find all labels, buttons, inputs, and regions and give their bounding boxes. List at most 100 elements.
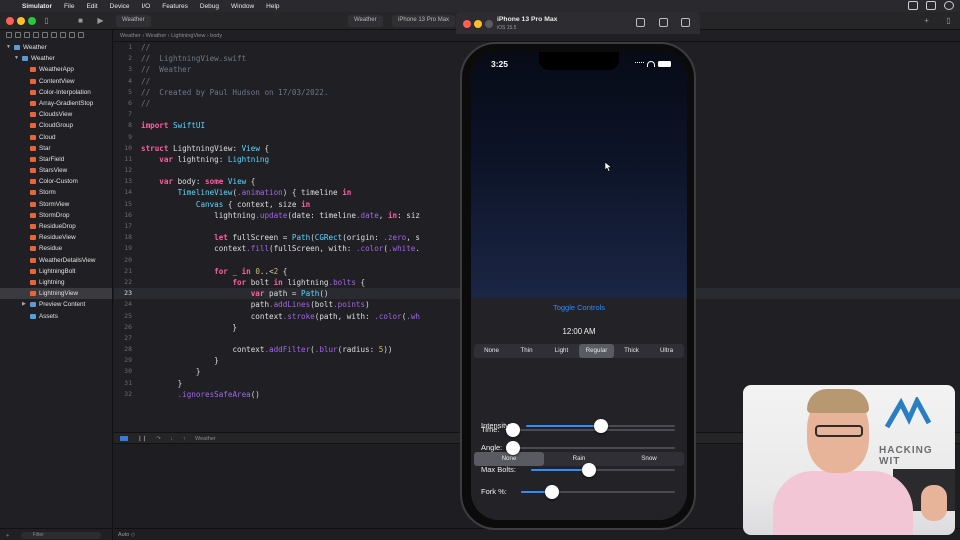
menu-device[interactable]: Device [110, 3, 130, 10]
filter-input[interactable]: Filter [20, 532, 101, 539]
nav-item-label: LightningBolt [39, 267, 76, 275]
nav-item[interactable]: StormView [0, 199, 112, 210]
code-text: import SwiftUI [141, 121, 206, 131]
display-icon[interactable] [926, 1, 936, 10]
menu-file[interactable]: File [64, 3, 74, 10]
menu-debug[interactable]: Debug [200, 3, 219, 10]
screenshot-icon[interactable] [659, 18, 668, 27]
thickness-option-ultra[interactable]: Ultra [649, 344, 684, 358]
nav-item[interactable]: ResidueDrop [0, 221, 112, 232]
toggle-controls-button[interactable]: Toggle Controls [471, 303, 687, 312]
symbol-nav-icon[interactable] [24, 32, 30, 38]
nav-item[interactable]: Color-Interpolation [0, 87, 112, 98]
menu-app-name[interactable]: Simulator [22, 3, 52, 10]
sim-close-button[interactable] [463, 20, 471, 28]
close-window-button[interactable] [6, 17, 14, 25]
menu-help[interactable]: Help [266, 3, 279, 10]
nav-item[interactable]: StormDrop [0, 210, 112, 221]
navigator-tabs [0, 30, 112, 42]
debug-nav-icon[interactable] [60, 32, 66, 38]
nav-item[interactable]: WeatherApp [0, 64, 112, 75]
line-number: 11 [124, 154, 132, 163]
thickness-option-thin[interactable]: Thin [509, 344, 544, 358]
lightning-canvas[interactable]: 3:25 [471, 52, 687, 298]
nav-item[interactable]: ▼ Weather [0, 53, 112, 64]
run-button-icon[interactable]: ▶ [96, 16, 105, 25]
step-over-icon[interactable]: ↷ [156, 436, 161, 442]
nav-item[interactable]: Color-Custom [0, 176, 112, 187]
nav-item[interactable]: Star [0, 143, 112, 154]
tab-weather[interactable]: Weather [116, 15, 151, 27]
find-nav-icon[interactable] [33, 32, 39, 38]
nav-item-label: Storm [39, 189, 56, 197]
test-nav-icon[interactable] [51, 32, 57, 38]
simulator-titlebar: iPhone 13 Pro Max iOS 15.5 [456, 12, 700, 34]
nav-item[interactable]: Lightning [0, 277, 112, 288]
console-mode-selector[interactable]: Auto ◇ [118, 532, 135, 538]
breakpoints-toggle-icon[interactable] [120, 436, 128, 442]
sidebar-toggle-icon[interactable]: ▯ [42, 16, 51, 25]
intensity-slider[interactable]: Intensity: [481, 419, 677, 433]
pause-icon[interactable]: ❙❙ [138, 436, 147, 442]
source-control-icon[interactable] [15, 32, 21, 38]
step-in-icon[interactable]: ↓ [170, 436, 173, 442]
menu-io[interactable]: I/O [142, 3, 151, 10]
stop-button-icon[interactable]: ■ [76, 16, 85, 25]
zoom-window-button[interactable] [28, 17, 36, 25]
sim-zoom-button[interactable] [485, 20, 493, 28]
report-nav-icon[interactable] [78, 32, 84, 38]
angle-slider[interactable]: Angle: [481, 441, 677, 455]
nav-item[interactable]: ▼ Weather [0, 42, 112, 53]
fork-thumb[interactable] [545, 485, 559, 499]
nav-item[interactable]: Residue [0, 243, 112, 254]
step-out-icon[interactable]: ↑ [183, 436, 186, 442]
thickness-option-none[interactable]: None [474, 344, 509, 358]
max_bolts-thumb[interactable] [582, 463, 596, 477]
add-file-icon[interactable]: + [6, 533, 9, 539]
nav-item[interactable]: Storm [0, 187, 112, 198]
menu-features[interactable]: Features [162, 3, 188, 10]
nav-item[interactable]: WeatherDetailsView [0, 255, 112, 266]
disclosure-icon[interactable]: ▼ [14, 53, 19, 64]
nav-item[interactable]: Assets [0, 311, 112, 322]
control-center-icon[interactable] [944, 1, 954, 10]
nav-item[interactable]: ▶ Preview Content [0, 299, 112, 310]
nav-item[interactable]: LightningBolt [0, 266, 112, 277]
folder-nav-icon[interactable] [6, 32, 12, 38]
thickness-option-light[interactable]: Light [544, 344, 579, 358]
scheme-selector[interactable]: Weather [348, 15, 383, 27]
inspector-toggle-icon[interactable]: ▯ [944, 16, 953, 25]
home-icon[interactable] [636, 18, 645, 27]
disclosure-icon[interactable]: ▶ [22, 299, 26, 310]
angle-thumb[interactable] [506, 441, 520, 455]
fork-slider[interactable]: Fork %: [481, 485, 677, 499]
nav-item[interactable]: Cloud [0, 132, 112, 143]
angle-track[interactable] [513, 447, 675, 449]
nav-item[interactable]: StarField [0, 154, 112, 165]
nav-item[interactable]: CloudsView [0, 109, 112, 120]
hacking-with-swift-logo [884, 397, 932, 429]
rotate-icon[interactable] [681, 18, 690, 27]
nav-item[interactable]: LightningView [0, 288, 112, 300]
breakpoint-nav-icon[interactable] [69, 32, 75, 38]
nav-item[interactable]: ResidueView [0, 232, 112, 243]
intensity-thumb[interactable] [594, 419, 608, 433]
issue-nav-icon[interactable] [42, 32, 48, 38]
menu-edit[interactable]: Edit [86, 3, 97, 10]
screen-record-icon[interactable] [908, 1, 918, 10]
thickness-option-regular[interactable]: Regular [579, 344, 614, 358]
line-number: 28 [124, 345, 132, 354]
sim-minimize-button[interactable] [474, 20, 482, 28]
disclosure-icon[interactable]: ▼ [6, 42, 11, 53]
menu-window[interactable]: Window [231, 3, 254, 10]
nav-item[interactable]: StarsView [0, 165, 112, 176]
nav-item[interactable]: ContentView [0, 76, 112, 87]
add-icon[interactable]: + [922, 16, 931, 25]
max-bolts-slider[interactable]: Max Bolts: [481, 463, 677, 477]
nav-item[interactable]: CloudGroup [0, 120, 112, 131]
nav-item[interactable]: Array-GradientStop [0, 98, 112, 109]
minimize-window-button[interactable] [17, 17, 25, 25]
device-notch [539, 52, 619, 70]
thickness-option-thick[interactable]: Thick [614, 344, 649, 358]
destination-selector[interactable]: iPhone 13 Pro Max [392, 15, 456, 27]
